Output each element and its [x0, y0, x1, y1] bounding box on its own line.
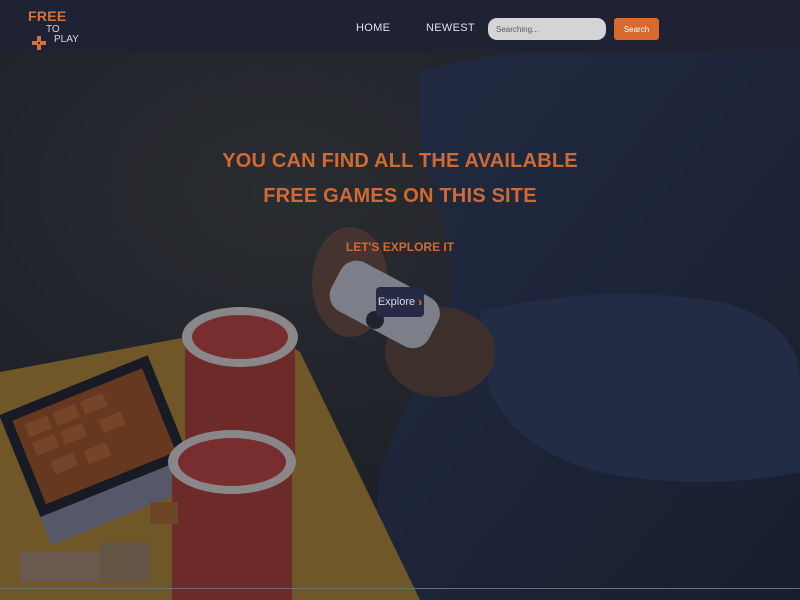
- logo-word-free: FREE: [28, 8, 67, 24]
- explore-button-label: Explore: [377, 296, 416, 308]
- hero-heading-line-1: YOU CAN FIND ALL THE AVAILABLE: [222, 150, 578, 172]
- hero-heading: YOU CAN FIND ALL THE AVAILABLE FREE GAME…: [0, 144, 800, 214]
- site-logo[interactable]: FREE TO PLAY: [28, 8, 88, 50]
- chevron-right-icon: ›: [418, 295, 423, 309]
- nav-home-link[interactable]: HOME: [356, 22, 390, 34]
- hero-section: YOU CAN FIND ALL THE AVAILABLE FREE GAME…: [0, 52, 800, 600]
- search-input[interactable]: [488, 18, 606, 40]
- section-divider: [0, 588, 800, 589]
- top-navbar: FREE TO PLAY HOME NEWEST Search: [0, 0, 800, 52]
- hero-subheading: LET'S EXPLORE IT: [345, 240, 455, 254]
- gamepad-cross-icon: [32, 36, 46, 50]
- search-button[interactable]: Search: [614, 18, 659, 40]
- nav-newest-link[interactable]: NEWEST: [426, 22, 475, 34]
- logo-word-play: PLAY: [54, 34, 79, 45]
- hero-dark-overlay: [0, 52, 800, 600]
- explore-button[interactable]: Explore ›: [376, 287, 424, 317]
- hero-heading-line-2: FREE GAMES ON THIS SITE: [263, 185, 537, 207]
